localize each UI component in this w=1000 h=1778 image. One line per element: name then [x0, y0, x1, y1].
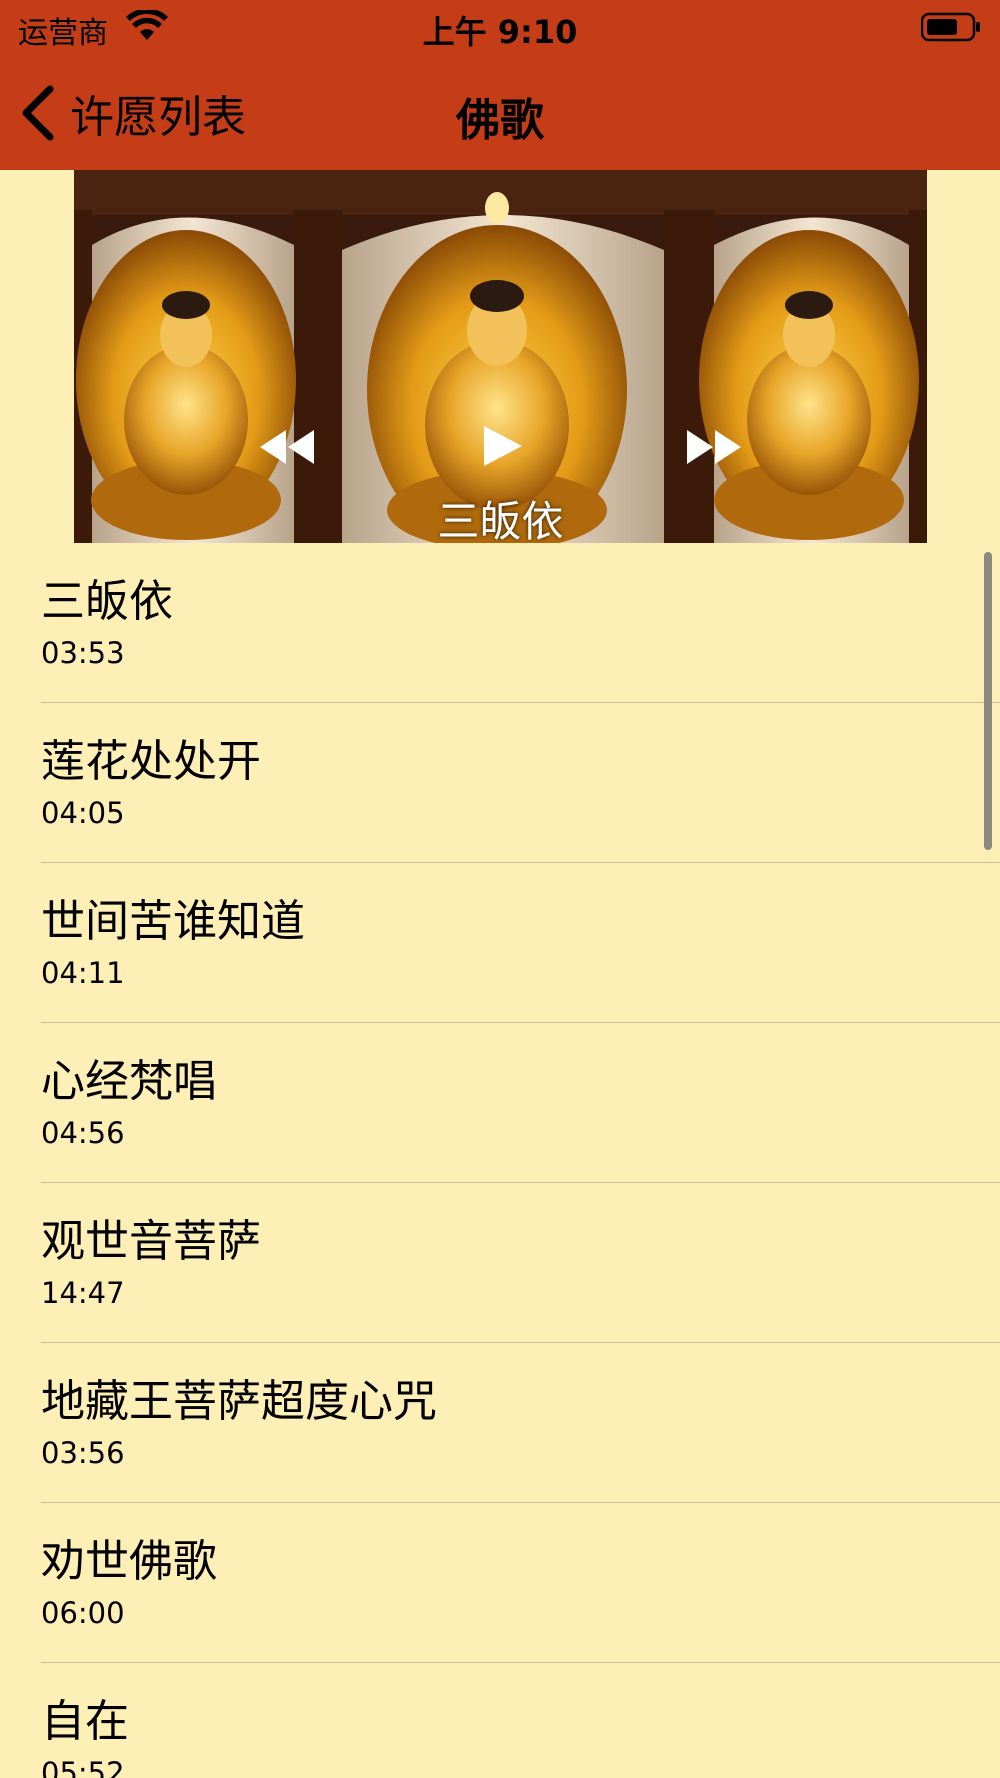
song-duration: 04:05 — [41, 796, 125, 830]
song-duration: 14:47 — [41, 1276, 125, 1310]
song-list[interactable]: 三皈依 03:53 莲花处处开 04:05 世间苦谁知道 04:11 心经梵唱 … — [0, 543, 1000, 1778]
song-title: 观世音菩萨 — [41, 1216, 261, 1267]
list-item[interactable]: 观世音菩萨 14:47 — [0, 1183, 1000, 1343]
list-item[interactable]: 三皈依 03:53 — [0, 543, 1000, 703]
status-bar: 运营商 上午 9:10 — [0, 0, 1000, 56]
rewind-icon[interactable] — [258, 428, 316, 466]
song-title: 三皈依 — [41, 576, 173, 627]
play-icon[interactable] — [482, 424, 524, 468]
fast-forward-icon[interactable] — [685, 428, 743, 466]
song-title: 地藏王菩萨超度心咒 — [41, 1376, 437, 1427]
list-item[interactable]: 劝世佛歌 06:00 — [0, 1503, 1000, 1663]
song-title: 心经梵唱 — [41, 1056, 217, 1107]
song-title: 劝世佛歌 — [41, 1536, 217, 1587]
song-duration: 06:00 — [41, 1596, 125, 1630]
song-title: 世间苦谁知道 — [41, 896, 305, 947]
song-duration: 03:53 — [41, 636, 125, 670]
song-title: 自在 — [41, 1696, 129, 1747]
song-duration: 03:56 — [41, 1436, 125, 1470]
navigation-bar: 许愿列表 佛歌 — [0, 56, 1000, 170]
song-title: 莲花处处开 — [41, 736, 261, 787]
list-item[interactable]: 世间苦谁知道 04:11 — [0, 863, 1000, 1023]
scrollbar[interactable] — [984, 552, 992, 850]
clock: 上午 9:10 — [422, 13, 578, 51]
song-duration: 05:52 — [41, 1756, 125, 1778]
list-item[interactable]: 莲花处处开 04:05 — [0, 703, 1000, 863]
player-banner: 三皈依 — [74, 170, 927, 543]
page-title: 佛歌 — [456, 95, 544, 146]
now-playing-title: 三皈依 — [437, 497, 564, 543]
song-duration: 04:56 — [41, 1116, 125, 1150]
list-item[interactable]: 自在 05:52 — [0, 1663, 1000, 1778]
list-item[interactable]: 地藏王菩萨超度心咒 03:56 — [0, 1343, 1000, 1503]
list-item[interactable]: 心经梵唱 04:56 — [0, 1023, 1000, 1183]
song-duration: 04:11 — [41, 956, 125, 990]
battery-icon — [921, 12, 980, 42]
